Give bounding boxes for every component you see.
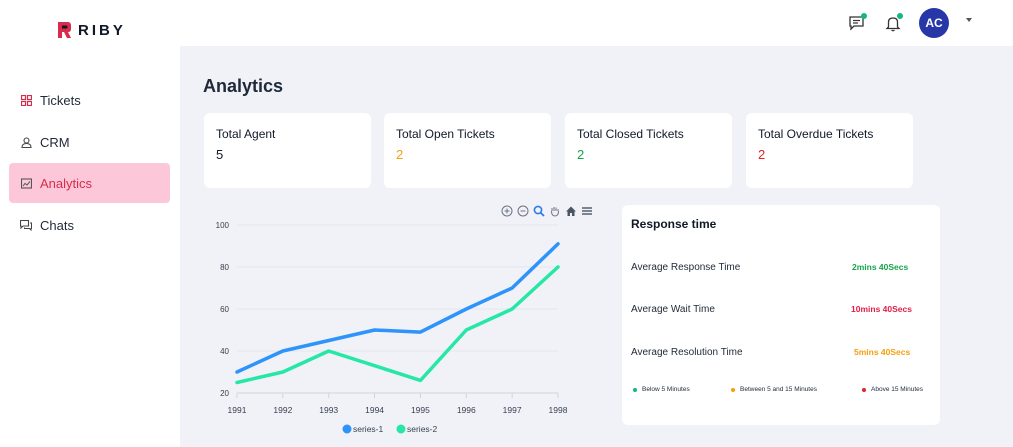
x-tick-label: 1991 <box>228 405 247 415</box>
legend-label: series-1 <box>353 424 384 434</box>
zoom-in-icon[interactable] <box>500 204 513 217</box>
stat-card-total-agent: Total Agent 5 <box>204 113 371 188</box>
sidebar-item-tickets[interactable]: Tickets <box>9 80 170 120</box>
stat-value: 2 <box>396 147 404 162</box>
y-tick-label: 80 <box>220 263 229 272</box>
chat-notification-icon[interactable] <box>846 12 868 34</box>
legend-label: Below 5 Minutes <box>642 386 690 393</box>
legend-between-5-15: Between 5 and 15 Minutes <box>731 386 817 393</box>
legend-dot <box>633 387 637 392</box>
chevron-down-icon[interactable] <box>966 18 972 22</box>
avatar[interactable]: AC <box>919 8 949 38</box>
resolution-row-value: 5mins 40Secs <box>854 347 911 357</box>
stat-label: Total Open Tickets <box>396 127 495 141</box>
user-icon <box>20 136 32 148</box>
pan-icon[interactable] <box>548 204 561 217</box>
series-line-series-2 <box>235 265 560 385</box>
resolution-row-label: Average Resolution Time <box>631 347 743 358</box>
line-chart-svg: 20 40 60 80 100 1991 1992 1993 1994 1995 1996 1997 1… <box>216 221 568 434</box>
brand-logo[interactable]: RIBY <box>56 21 126 39</box>
chats-icon <box>20 219 32 231</box>
sidebar-item-chats[interactable]: Chats <box>9 205 170 245</box>
stat-label: Total Agent <box>216 127 276 141</box>
x-tick-label: 1996 <box>457 405 476 415</box>
sidebar-item-crm[interactable]: CRM <box>9 122 170 162</box>
legend-dot <box>862 387 866 392</box>
page-title: Analytics <box>203 76 284 96</box>
y-tick-label: 20 <box>220 389 229 398</box>
legend-above-15: Above 15 Minutes <box>862 386 923 393</box>
search-icon[interactable] <box>532 204 545 217</box>
main-content: Analytics Total Agent 5 Total Open Ticke… <box>180 46 1013 447</box>
logo-icon <box>58 22 71 38</box>
x-tick-label: 1994 <box>365 405 384 415</box>
legend-marker <box>342 424 352 434</box>
x-tick-label: 1998 <box>549 405 568 415</box>
analytics-icon <box>20 177 32 189</box>
stat-label: Total Closed Tickets <box>577 127 684 141</box>
stat-card-overdue-tickets: Total Overdue Tickets 2 <box>746 113 913 188</box>
response-time-card: Response time Average Response Time 2min… <box>622 205 940 425</box>
top-bar: RIBY AC <box>0 0 1013 46</box>
wait-row-label: Average Wait Time <box>631 304 715 315</box>
stat-card-open-tickets: Total Open Tickets 2 <box>384 113 551 188</box>
legend-label: series-2 <box>407 424 438 434</box>
series-line-series-1 <box>235 242 560 374</box>
sidebar-item-label: Tickets <box>40 92 81 108</box>
brand-name: RIBY <box>78 21 126 39</box>
x-tick-label: 1997 <box>503 405 522 415</box>
x-tick-label: 1992 <box>273 405 292 415</box>
x-tick-label: 1993 <box>319 405 338 415</box>
line-chart: 20 40 60 80 100 1991 1992 1993 1994 1995 1996 1997 1… <box>206 204 592 439</box>
sidebar-item-label: Analytics <box>40 175 93 191</box>
sidebar-item-analytics[interactable]: Analytics <box>9 163 170 203</box>
sidebar-item-label: CRM <box>40 134 70 150</box>
response-row-value: 2mins 40Secs <box>852 262 909 272</box>
legend-label: Above 15 Minutes <box>871 386 924 393</box>
bell-icon[interactable] <box>882 12 904 34</box>
y-tick-label: 100 <box>216 221 230 230</box>
zoom-out-icon[interactable] <box>516 204 529 217</box>
stat-label: Total Overdue Tickets <box>758 127 874 141</box>
stat-value: 2 <box>758 147 766 162</box>
chart-toolbar <box>500 204 593 217</box>
stat-card-closed-tickets: Total Closed Tickets 2 <box>565 113 732 188</box>
response-time-title: Response time <box>631 217 717 231</box>
response-row-label: Average Response Time <box>631 262 741 273</box>
stat-value: 2 <box>577 147 585 162</box>
legend-marker <box>396 424 406 434</box>
sidebar-item-label: Chats <box>40 217 74 233</box>
y-tick-label: 40 <box>220 347 229 356</box>
stat-value: 5 <box>216 147 224 162</box>
wait-row-value: 10mins 40Secs <box>851 304 912 314</box>
x-tick-label: 1995 <box>411 405 430 415</box>
legend-below-5: Below 5 Minutes <box>633 386 690 393</box>
y-tick-label: 60 <box>220 305 229 314</box>
legend-dot <box>731 387 735 392</box>
tickets-icon <box>20 94 32 106</box>
home-icon[interactable] <box>564 204 577 217</box>
legend-label: Between 5 and 15 Minutes <box>740 386 817 393</box>
sidebar: Tickets CRM Analytics Chats <box>0 46 180 447</box>
menu-icon[interactable] <box>580 204 593 217</box>
